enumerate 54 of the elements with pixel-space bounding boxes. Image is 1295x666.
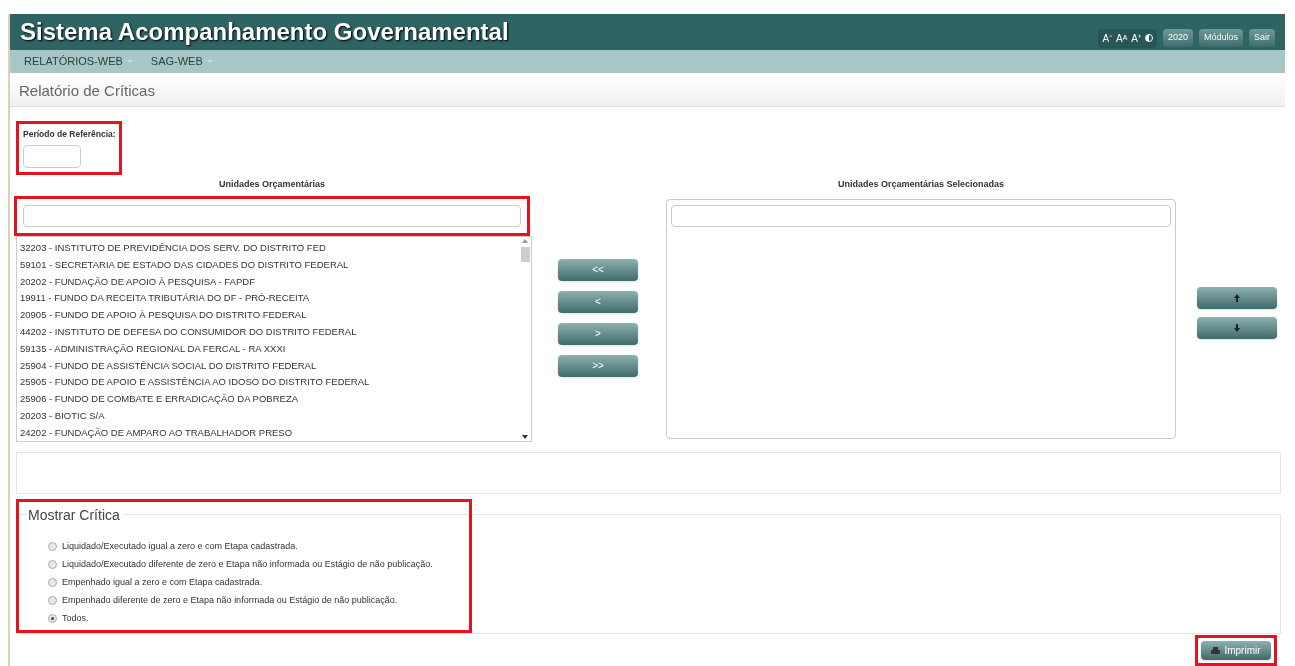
radio-button[interactable] xyxy=(48,614,57,623)
period-field[interactable] xyxy=(23,145,81,168)
transfer-button[interactable]: >> xyxy=(558,354,638,377)
radio-option[interactable]: Liquidado/Executado diferente de zero e Etapa não informada ou Estágio de não publicação. xyxy=(48,557,469,572)
transfer-button[interactable]: < xyxy=(558,290,638,313)
radio-button[interactable] xyxy=(48,596,57,605)
list-item[interactable]: 25905 - FUNDO DE APOIO E ASSISTÊNCIA AO IDOSO DO DISTRITO FEDERAL xyxy=(20,374,519,392)
radio-option[interactable]: Empenhado igual a zero e com Etapa cadastrada. xyxy=(48,575,469,590)
move-down-button[interactable] xyxy=(1197,316,1277,339)
scroll-up-icon[interactable] xyxy=(522,239,528,243)
menu-item[interactable]: RELATÓRIOS-WEB xyxy=(24,53,133,70)
list-item[interactable]: 20203 - BIOTIC S/A xyxy=(20,407,519,425)
menu-item[interactable]: SAG-WEB xyxy=(150,53,213,70)
radio-button[interactable] xyxy=(48,542,57,551)
move-up-button[interactable] xyxy=(1197,286,1277,309)
arrow-up-icon xyxy=(1234,293,1240,302)
list-item[interactable]: 19911 - FUNDO DA RECEITA TRIBUTÁRIA DO DF - PRÓ-RECEITA xyxy=(20,290,519,308)
list-item[interactable]: 44202 - INSTITUTO DE DEFESA DO CONSUMIDOR DO DISTRITO FEDERAL xyxy=(20,324,519,341)
page-title: Relatório de Críticas xyxy=(19,80,155,101)
font-size-button[interactable]: A⁺ xyxy=(1131,30,1141,46)
field-label: Período de Referência: xyxy=(23,128,115,141)
printer-icon xyxy=(1211,646,1221,655)
scroll-down-icon[interactable] xyxy=(522,435,528,439)
filter-field[interactable] xyxy=(23,205,521,227)
caret-icon xyxy=(126,59,133,63)
list-item[interactable]: 25906 - FUNDO DE COMBATE E ERRADICAÇÃO DA POBREZA xyxy=(20,391,519,408)
contrast-icon[interactable] xyxy=(1144,34,1153,42)
header-button[interactable]: 2020 xyxy=(1162,29,1193,47)
list-title: Unidades Orçamentárias xyxy=(217,177,326,191)
radio-option[interactable]: Todos. xyxy=(48,611,469,626)
app-title: Sistema Acompanhamento Governamental xyxy=(20,17,509,47)
print-button[interactable]: Imprimir xyxy=(1201,641,1271,660)
scroll-thumb[interactable] xyxy=(520,246,530,262)
list-item[interactable]: 20202 - FUNDAÇÃO DE APOIO À PESQUISA - FAPDF xyxy=(20,273,519,291)
radio-option[interactable]: Empenhado diferente de zero e Etapa não informada ou Estágio de não publicação. xyxy=(48,593,469,608)
list-item[interactable]: 59101 - SECRETARIA DE ESTADO DAS CIDADES DO DISTRITO FEDERAL xyxy=(20,256,519,274)
font-size-button[interactable]: A⁻ xyxy=(1102,30,1113,46)
radio-button[interactable] xyxy=(48,578,57,587)
arrow-down-icon xyxy=(1234,323,1240,332)
list-item[interactable]: 32203 - INSTITUTO DE PREVIDÊNCIA DOS SERV. DO DISTRITO FED xyxy=(20,240,519,257)
header-button[interactable]: Módulos xyxy=(1198,29,1243,47)
list-item[interactable]: 59135 - ADMINISTRAÇÃO REGIONAL DA FERCAL - RA XXXI xyxy=(20,340,519,358)
list-item[interactable]: 24202 - FUNDAÇÃO DE AMPARO AO TRABALHADOR PRESO xyxy=(20,424,519,441)
caret-icon xyxy=(206,59,213,63)
list-item[interactable]: 20905 - FUNDO DE APOIO À PESQUISA DO DISTRITO FEDERAL xyxy=(20,307,519,324)
list-title: Unidades Orçamentárias Selecionadas xyxy=(836,177,1006,191)
list-item[interactable]: 25904 - FUNDO DE ASSISTÊNCIA SOCIAL DO DISTRITO FEDERAL xyxy=(20,357,519,375)
radio-option[interactable]: Liquidado/Executado igual a zero e com Etapa cadastrada. xyxy=(48,539,469,554)
radio-button[interactable] xyxy=(48,560,57,569)
transfer-button[interactable]: > xyxy=(558,322,638,345)
header-button[interactable]: Sair xyxy=(1249,29,1275,47)
transfer-button[interactable]: << xyxy=(558,258,638,281)
font-size-button[interactable]: Aᴬ xyxy=(1116,30,1128,46)
filter-field[interactable] xyxy=(671,205,1171,227)
